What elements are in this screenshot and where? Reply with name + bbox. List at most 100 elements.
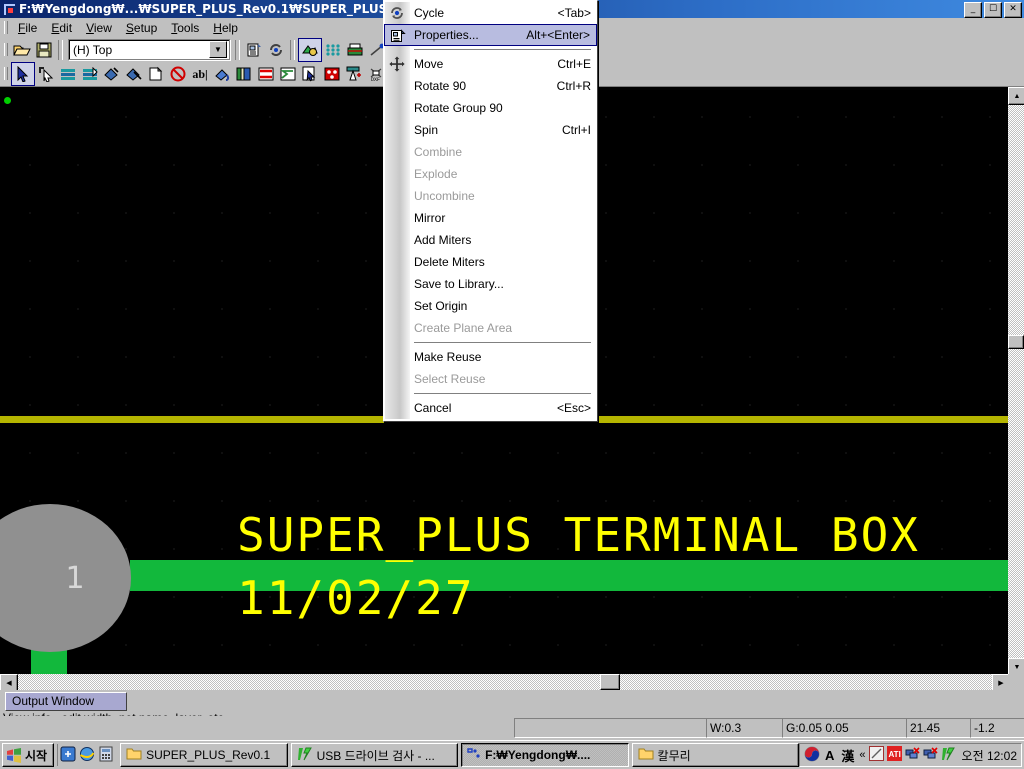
- context-menu-item-label: Cancel: [414, 401, 452, 415]
- no-route-icon[interactable]: [167, 63, 189, 85]
- ime-alpha-indicator[interactable]: A: [825, 748, 834, 763]
- flood-fill-icon[interactable]: [211, 63, 233, 85]
- toolbar-separator: [235, 39, 240, 60]
- horizontal-scrollbar-thumb[interactable]: [600, 674, 620, 690]
- taskbar-clock[interactable]: 오전 12:02: [962, 747, 1017, 764]
- korean-flag-icon[interactable]: [804, 746, 820, 765]
- taskbar-buttons: SUPER_PLUS_Rev0.1 USB 드라이브 검사 - ... F:₩Y…: [120, 743, 800, 767]
- context-menu-item-save-to-library[interactable]: Save to Library...: [384, 273, 597, 295]
- context-menu-item-cycle[interactable]: Cycle <Tab>: [384, 2, 597, 24]
- network-disconnected-icon[interactable]: [905, 746, 920, 764]
- trace-red-icon[interactable]: [255, 63, 277, 85]
- add-text-icon[interactable]: ab|: [189, 63, 211, 85]
- tray-expand-icon[interactable]: «: [859, 749, 865, 761]
- svg-text:ATI: ATI: [888, 750, 900, 759]
- menu-setup[interactable]: Setup: [119, 19, 164, 37]
- windows-logo-icon: [6, 747, 22, 763]
- close-button[interactable]: ✕: [1004, 2, 1022, 18]
- context-menu-item-create-plane-area: Create Plane Area: [384, 317, 597, 339]
- save-file-icon[interactable]: [33, 39, 55, 61]
- silkscreen-line-1: SUPER_PLUS TERMINAL BOX: [237, 508, 920, 562]
- start-button[interactable]: 시작: [2, 743, 55, 767]
- context-menu-item-rotate-90[interactable]: Rotate 90 Ctrl+R: [384, 75, 597, 97]
- task-button[interactable]: 칼무리: [631, 743, 800, 767]
- pour-copper-alt-icon[interactable]: [123, 63, 145, 85]
- antivirus-tray-icon[interactable]: [941, 747, 956, 764]
- context-menu-item-make-reuse[interactable]: Make Reuse: [384, 346, 597, 368]
- maximize-button[interactable]: ☐: [984, 2, 1002, 18]
- scroll-up-button[interactable]: ▲: [1008, 87, 1024, 105]
- menu-view[interactable]: View: [79, 19, 119, 37]
- output-window-tab[interactable]: Output Window: [5, 692, 127, 711]
- start-button-label: 시작: [25, 748, 48, 763]
- task-button-active[interactable]: F:₩Yengdong₩....: [461, 743, 629, 767]
- context-menu-item-cancel[interactable]: Cancel <Esc>: [384, 397, 597, 419]
- menu-edit[interactable]: Edit: [44, 19, 79, 37]
- open-file-icon[interactable]: [11, 39, 33, 61]
- select-group-icon[interactable]: [35, 63, 57, 85]
- chevron-down-icon[interactable]: ▼: [209, 41, 227, 58]
- library-icon[interactable]: [233, 63, 255, 85]
- pad-label: 1: [65, 560, 85, 596]
- menubar-grip[interactable]: [2, 20, 9, 36]
- context-menu-separator: [414, 49, 591, 50]
- copy-shape-icon[interactable]: [145, 63, 167, 85]
- ati-graphics-icon[interactable]: ATI: [886, 746, 902, 764]
- menu-help[interactable]: Help: [206, 19, 245, 37]
- context-menu-item-set-origin[interactable]: Set Origin: [384, 295, 597, 317]
- internet-explorer-icon[interactable]: [79, 746, 95, 765]
- network-disconnected-2-icon[interactable]: [923, 746, 938, 764]
- properties-icon[interactable]: [243, 39, 265, 61]
- context-menu-item-label: Properties...: [414, 28, 479, 42]
- plane-layer-icon[interactable]: [322, 39, 344, 61]
- status-grid: G:0.05 0.05: [782, 718, 907, 738]
- ime-hanja-indicator[interactable]: 漢: [841, 746, 854, 765]
- context-menu-item-add-miters[interactable]: Add Miters: [384, 229, 597, 251]
- context-menu-item-move[interactable]: Move Ctrl+E: [384, 53, 597, 75]
- toolbar-main-grip[interactable]: [2, 42, 9, 58]
- context-menu-item-delete-miters[interactable]: Delete Miters: [384, 251, 597, 273]
- toolbar-edit-grip[interactable]: [2, 66, 9, 82]
- horizontal-scrollbar[interactable]: ◀ ▶: [0, 674, 1010, 692]
- statusbar: W:0.3 G:0.05 0.05 21.45 -1.2: [0, 716, 1024, 740]
- context-menu-item-spin[interactable]: Spin Ctrl+I: [384, 119, 597, 141]
- context-menu-item-properties[interactable]: Properties... Alt+<Enter>: [384, 24, 597, 46]
- context-menu-item-mirror[interactable]: Mirror: [384, 207, 597, 229]
- measure-icon[interactable]: [343, 63, 365, 85]
- vertical-scrollbar[interactable]: ▲ ▼: [1008, 87, 1024, 676]
- window-controls: _ ☐ ✕: [964, 2, 1022, 18]
- context-menu-item-combine: Combine: [384, 141, 597, 163]
- context-menu-item-label: Mirror: [414, 211, 446, 225]
- window-title: F:₩Yengdong₩...₩SUPER_PLUS_Rev0.1₩SUPER_…: [19, 2, 444, 16]
- pour-copper-icon[interactable]: [101, 63, 123, 85]
- status-width: W:0.3: [706, 718, 783, 738]
- context-menu-item-rotate-group-90[interactable]: Rotate Group 90: [384, 97, 597, 119]
- context-menu-item-accelerator: Alt+<Enter>: [526, 28, 590, 42]
- output-window: Output Window View info., edit width, ne…: [0, 690, 1024, 725]
- calculator-icon[interactable]: [98, 746, 114, 765]
- context-menu-item-label: Rotate Group 90: [414, 101, 503, 115]
- layer-stack-icon[interactable]: [57, 63, 79, 85]
- layer-stack-alt-icon[interactable]: [79, 63, 101, 85]
- context-menu-item-uncombine: Uncombine: [384, 185, 597, 207]
- show-desktop-icon[interactable]: [60, 746, 76, 765]
- trace-zigzag-icon[interactable]: [277, 63, 299, 85]
- context-menu-item-accelerator: Ctrl+R: [556, 79, 591, 93]
- pen-tablet-icon[interactable]: [868, 746, 884, 764]
- menu-tools[interactable]: Tools: [164, 19, 206, 37]
- minimize-button[interactable]: _: [964, 2, 982, 18]
- scrollbar-corner: [1008, 674, 1024, 690]
- menu-file[interactable]: File: [11, 19, 44, 37]
- layers-view-icon[interactable]: [298, 37, 322, 62]
- origin-marker: [4, 97, 11, 104]
- task-button[interactable]: SUPER_PLUS_Rev0.1: [120, 743, 288, 767]
- drc-check-icon[interactable]: [321, 63, 343, 85]
- select-arrow-icon[interactable]: [11, 62, 35, 86]
- layer-combo[interactable]: (H) Top ▼: [68, 39, 230, 60]
- select-area-icon[interactable]: [299, 63, 321, 85]
- cycle-icon[interactable]: [265, 39, 287, 61]
- vertical-scrollbar-thumb[interactable]: [1008, 335, 1024, 349]
- task-button[interactable]: USB 드라이브 검사 - ...: [290, 743, 459, 767]
- move-icon: [387, 55, 407, 73]
- component-place-icon[interactable]: [344, 39, 366, 61]
